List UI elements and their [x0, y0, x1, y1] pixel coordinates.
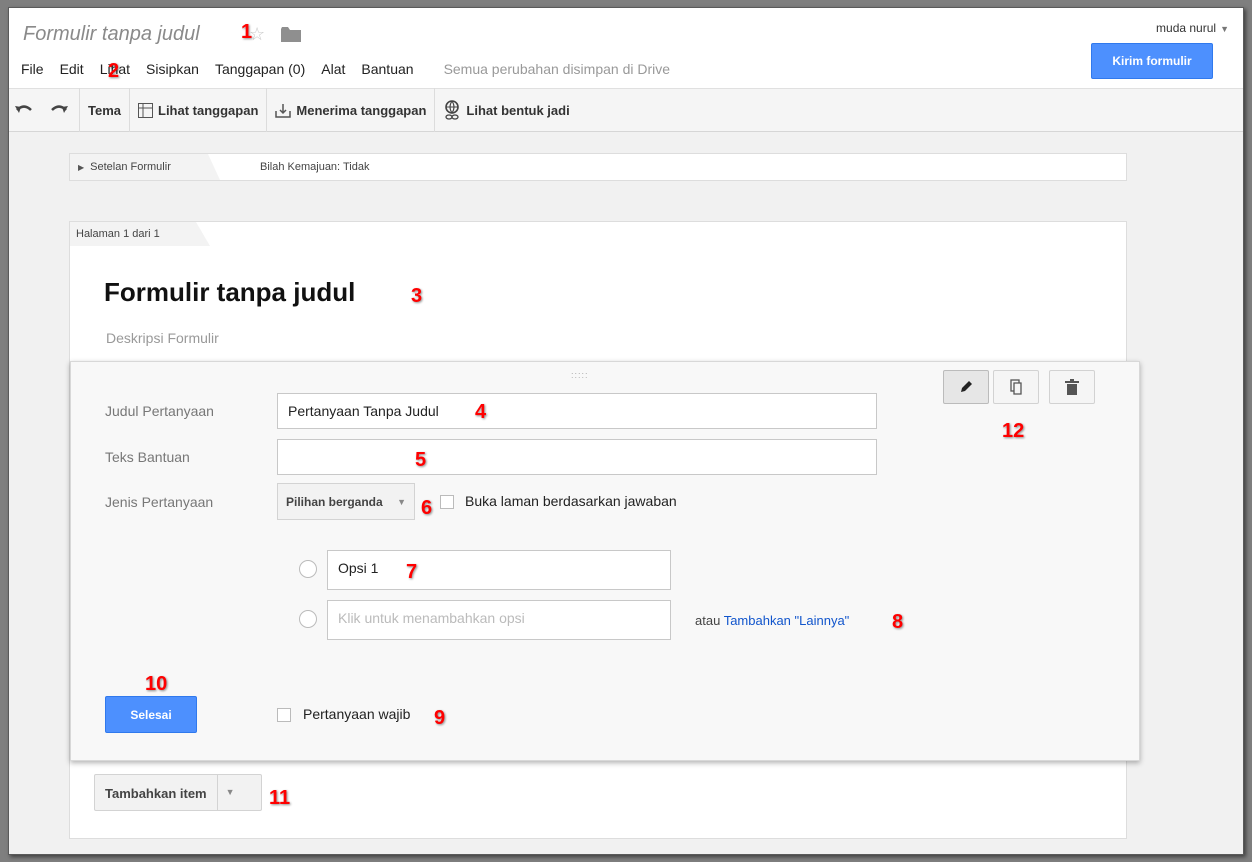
drag-handle-icon[interactable]: ::::: [571, 370, 589, 380]
theme-button[interactable]: Tema [80, 88, 130, 132]
document-title[interactable]: Formulir tanpa judul [23, 23, 200, 46]
annotation-marker: 12 [1002, 420, 1025, 442]
question-type-select[interactable]: Pilihan berganda ▼ [277, 483, 415, 520]
undo-icon [15, 105, 32, 113]
annotation-marker: 5 [415, 449, 427, 471]
view-live-form-label: Lihat bentuk jadi [466, 102, 570, 118]
chevron-down-icon: ▼ [1220, 24, 1229, 34]
delete-question-button[interactable] [1049, 370, 1095, 404]
duplicate-icon [1010, 379, 1022, 395]
form-settings-bar: ▶ Setelan Formulir Bilah Kemajuan: Tidak [69, 153, 1127, 181]
option-1-input[interactable]: Opsi 1 [327, 550, 671, 590]
header: Formulir tanpa judul ☆ muda nurul ▼ Kirim… [9, 8, 1243, 88]
menu-file[interactable]: File [13, 61, 52, 77]
help-text-label: Teks Bantuan [105, 449, 190, 465]
menu-insert[interactable]: Sisipkan [138, 61, 207, 77]
send-form-button[interactable]: Kirim formulir [1091, 43, 1213, 79]
question-type-label: Jenis Pertanyaan [105, 494, 214, 510]
spreadsheet-icon [138, 102, 153, 118]
annotation-marker: 8 [892, 611, 904, 633]
duplicate-question-button[interactable] [993, 370, 1039, 404]
app-window: Formulir tanpa judul ☆ muda nurul ▼ Kirim… [8, 7, 1244, 855]
page-navigation-checkbox[interactable] [440, 495, 454, 509]
annotation-marker: 6 [421, 497, 433, 519]
add-item-main[interactable]: Tambahkan item [95, 775, 218, 810]
undo-button[interactable] [9, 88, 44, 132]
redo-button[interactable] [44, 88, 80, 132]
option-1-radio [299, 560, 317, 578]
required-checkbox[interactable] [277, 708, 291, 722]
inbox-download-icon [275, 103, 292, 118]
accept-responses-label: Menerima tanggapan [296, 102, 427, 118]
pencil-icon [961, 381, 972, 392]
edit-question-button[interactable] [943, 370, 989, 404]
add-other-text: atau Tambahkan "Lainnya" [695, 613, 849, 628]
form-page-card: Halaman 1 dari 1 Formulir tanpa judul De… [69, 221, 1140, 839]
view-live-form-button[interactable]: Lihat bentuk jadi [435, 88, 577, 132]
add-option-placeholder: Klik untuk menambahkan opsi [338, 610, 525, 626]
question-title-input[interactable]: Pertanyaan Tanpa Judul [277, 393, 877, 429]
view-responses-label: Lihat tanggapan [158, 102, 259, 118]
annotation-marker: 2 [108, 60, 120, 82]
view-responses-button[interactable]: Lihat tanggapan [130, 88, 268, 132]
annotation-marker: 7 [406, 561, 418, 583]
accept-responses-button[interactable]: Menerima tanggapan [267, 88, 436, 132]
progress-bar-setting: Bilah Kemajuan: Tidak [260, 161, 370, 173]
add-option-input[interactable]: Klik untuk menambahkan opsi [327, 600, 671, 640]
form-settings-label: Setelan Formulir [90, 161, 171, 173]
user-account-menu[interactable]: muda nurul ▼ [1156, 21, 1229, 35]
annotation-marker: 11 [269, 787, 291, 809]
question-editor: ::::: Judul Pertanyaan Pertanyaan Tanpa … [70, 361, 1140, 761]
page-label: Halaman 1 dari 1 [70, 222, 210, 246]
user-name: muda nurul [1156, 21, 1217, 35]
or-text: atau [695, 613, 721, 628]
save-status: Semua perubahan disimpan di Drive [443, 61, 671, 77]
annotation-marker: 3 [411, 285, 423, 307]
done-button[interactable]: Selesai [105, 696, 197, 733]
folder-icon[interactable] [281, 27, 301, 42]
chevron-down-icon: ▼ [397, 497, 406, 507]
theme-label: Tema [88, 102, 121, 118]
menu-edit[interactable]: Edit [52, 61, 92, 77]
globe-link-icon [445, 100, 460, 120]
toolbar: Tema Lihat tanggapan Menerima tanggapan … [9, 88, 1243, 132]
page-navigation-label: Buka laman berdasarkan jawaban [465, 493, 677, 509]
add-other-link[interactable]: Tambahkan "Lainnya" [724, 613, 850, 628]
add-option-radio [299, 610, 317, 628]
help-text-input[interactable] [277, 439, 877, 475]
question-title-label: Judul Pertanyaan [105, 403, 214, 419]
annotation-marker: 4 [475, 401, 487, 423]
add-item-dropdown-icon[interactable]: ▼ [218, 775, 243, 810]
annotation-marker: 1 [241, 21, 253, 43]
menu-responses[interactable]: Tanggapan (0) [207, 61, 313, 77]
required-label: Pertanyaan wajib [303, 706, 411, 722]
menu-tools[interactable]: Alat [313, 61, 353, 77]
form-title[interactable]: Formulir tanpa judul [104, 277, 355, 308]
triangle-right-icon: ▶ [78, 163, 85, 172]
question-type-value: Pilihan berganda [286, 495, 383, 509]
annotation-marker: 9 [434, 707, 446, 729]
trash-icon [1065, 379, 1079, 395]
form-settings-toggle[interactable]: ▶ Setelan Formulir [70, 154, 220, 180]
form-description-input[interactable]: Deskripsi Formulir [106, 330, 219, 346]
annotation-marker: 10 [145, 673, 168, 695]
add-item-button[interactable]: Tambahkan item ▼ [94, 774, 262, 811]
redo-icon [51, 105, 68, 113]
menu-help[interactable]: Bantuan [353, 61, 421, 77]
